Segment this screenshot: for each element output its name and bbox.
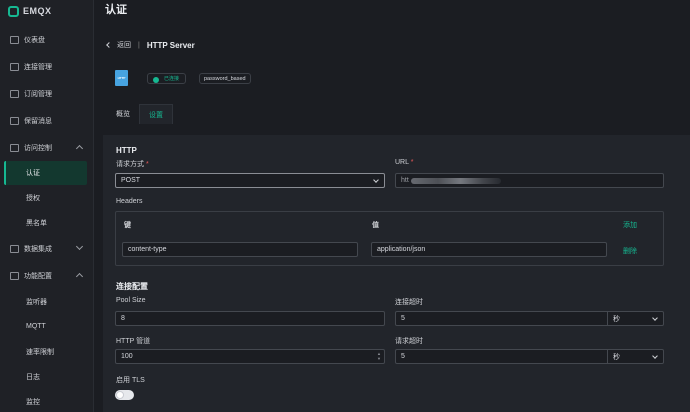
shield-icon (10, 143, 19, 152)
breadcrumb: 返回 | HTTP Server (106, 40, 195, 50)
dashboard-icon (10, 35, 19, 44)
sidebar: EMQX 仪表盘 连接管理 订阅管理 保留消息 访问控制 认证 授权 黑名单 数… (0, 0, 94, 412)
http-section-title: HTTP (116, 146, 137, 155)
method-label: 请求方式 * (116, 161, 149, 168)
sidebar-item-listeners[interactable]: 监听器 (0, 289, 93, 314)
headers-key-column: 键 (124, 222, 131, 229)
chevron-up-icon (75, 272, 84, 281)
settings-icon (10, 271, 19, 280)
url-input[interactable]: htt (395, 173, 664, 188)
connect-timeout-input[interactable]: 5 (395, 311, 608, 326)
chevron-down-icon (652, 353, 658, 359)
http-pipeline-input[interactable]: 100 ▲ ▼ (115, 349, 385, 364)
chevron-up-icon (75, 144, 84, 153)
required-mark: * (145, 161, 149, 168)
mechanism-badge: password_based (199, 73, 251, 84)
url-label: URL * (395, 159, 414, 166)
sidebar-item-access-control[interactable]: 访问控制 (0, 134, 93, 161)
sidebar-item-monitor[interactable]: 监控 (0, 389, 93, 412)
sidebar-item-retained[interactable]: 保留消息 (0, 107, 93, 134)
logo[interactable]: EMQX (0, 0, 93, 22)
sidebar-item-blacklist[interactable]: 黑名单 (0, 210, 93, 235)
sidebar-nav: 仪表盘 连接管理 订阅管理 保留消息 访问控制 认证 授权 黑名单 数据集成 功… (0, 26, 93, 412)
chevron-down-icon (75, 242, 84, 251)
sidebar-item-mqtt[interactable]: MQTT (0, 314, 93, 339)
number-stepper-icon[interactable]: ▲ ▼ (377, 351, 381, 361)
sidebar-item-authorization[interactable]: 授权 (0, 185, 93, 210)
required-mark: * (410, 159, 414, 166)
settings-card: HTTP 请求方式 * POST URL * htt Headers 键 值 添… (103, 135, 690, 412)
chevron-down-icon (652, 315, 658, 321)
connections-icon (10, 62, 19, 71)
header-key-input[interactable]: content-type (122, 242, 358, 257)
connect-timeout-label: 连接超时 (395, 299, 423, 306)
sidebar-item-log[interactable]: 日志 (0, 364, 93, 389)
headers-label: Headers (116, 198, 143, 205)
sidebar-item-dashboard[interactable]: 仪表盘 (0, 26, 93, 53)
add-header-button[interactable]: 添加 (623, 220, 637, 230)
breadcrumb-separator: | (138, 41, 140, 49)
sidebar-item-config[interactable]: 功能配置 (0, 262, 93, 289)
http-file-icon: HTTP (115, 70, 128, 86)
tab-settings[interactable]: 设置 (139, 104, 173, 124)
chevron-down-icon (373, 177, 379, 183)
main-content: 返回 | HTTP Server HTTP 已连接 password_based… (95, 18, 690, 412)
redacted-url (410, 177, 501, 184)
tab-overview[interactable]: 概览 (107, 104, 139, 124)
sidebar-item-connections[interactable]: 连接管理 (0, 53, 93, 80)
subscriptions-icon (10, 89, 19, 98)
delete-header-button[interactable]: 删除 (623, 246, 637, 256)
sidebar-item-subscriptions[interactable]: 订阅管理 (0, 80, 93, 107)
topbar: 认证 (95, 0, 690, 18)
retained-icon (10, 116, 19, 125)
check-circle-icon (153, 76, 159, 83)
page-title: 认证 (105, 4, 127, 16)
headers-value-column: 值 (372, 222, 379, 229)
method-select[interactable]: POST (115, 173, 385, 188)
logo-text: EMQX (23, 6, 52, 16)
connect-timeout-unit-select[interactable]: 秒 (608, 311, 664, 326)
tls-label: 启用 TLS (116, 377, 145, 384)
connection-section-title: 连接配置 (116, 282, 148, 291)
emqx-logo-icon (8, 5, 19, 17)
request-timeout-input[interactable]: 5 (395, 349, 608, 364)
request-timeout-label: 请求超时 (395, 338, 423, 345)
sidebar-item-authentication[interactable]: 认证 (4, 161, 87, 185)
pool-size-input[interactable]: 8 (115, 311, 385, 326)
request-timeout-unit-select[interactable]: 秒 (608, 349, 664, 364)
status-badge: 已连接 (147, 73, 187, 84)
headers-table: 键 值 添加 content-type application/json 删除 (115, 211, 664, 266)
integration-icon (10, 244, 19, 253)
header-value-input[interactable]: application/json (371, 242, 607, 257)
toggle-knob (116, 391, 124, 399)
tabs: 概览 设置 (107, 104, 173, 124)
back-link[interactable]: 返回 (117, 40, 131, 50)
tls-toggle[interactable] (115, 390, 134, 400)
sidebar-item-rate-limit[interactable]: 速率限制 (0, 339, 93, 364)
pool-size-label: Pool Size (116, 297, 146, 304)
http-pipeline-label: HTTP 管道 (116, 338, 151, 345)
authenticator-title: HTTP Server (146, 40, 195, 50)
sidebar-item-integration[interactable]: 数据集成 (0, 235, 93, 262)
chevron-left-icon[interactable] (106, 42, 112, 48)
